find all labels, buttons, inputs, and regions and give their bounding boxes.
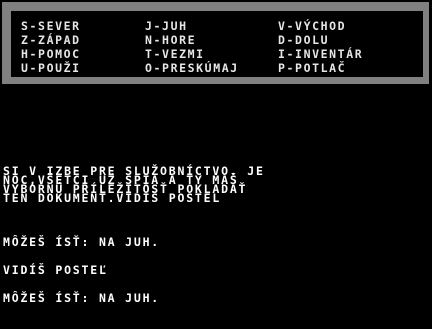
command-grid: S-SEVER J-JUH V-VÝCHOD Z-ZÁPAD N-HORE D-… bbox=[21, 20, 421, 76]
exits-message: MÔŽEŠ ÍSŤ: NA JUH. bbox=[3, 235, 161, 249]
room-description: SI V IZBE PRE SLUŽOBNÍCTVO. JE NOC,VŠETC… bbox=[3, 165, 429, 205]
command-take: T-VEZMI bbox=[145, 47, 205, 61]
command-examine: O-PRESKÚMAJ bbox=[145, 61, 239, 75]
command-west: Z-ZÁPAD bbox=[21, 33, 81, 47]
command-panel: S-SEVER J-JUH V-VÝCHOD Z-ZÁPAD N-HORE D-… bbox=[11, 11, 423, 77]
command-frame: S-SEVER J-JUH V-VÝCHOD Z-ZÁPAD N-HORE D-… bbox=[2, 2, 429, 84]
game-screen: S-SEVER J-JUH V-VÝCHOD Z-ZÁPAD N-HORE D-… bbox=[0, 0, 432, 329]
command-north: S-SEVER bbox=[21, 19, 81, 33]
command-down: D-DOLU bbox=[278, 33, 330, 47]
command-east: V-VÝCHOD bbox=[278, 19, 347, 33]
command-south: J-JUH bbox=[145, 19, 188, 33]
command-up: N-HORE bbox=[145, 33, 197, 47]
command-inventory: I-INVENTÁR bbox=[278, 47, 364, 61]
visible-items-message: VIDÍŠ POSTEĽ bbox=[3, 263, 108, 277]
exits-message-repeat: MÔŽEŠ ÍSŤ: NA JUH. bbox=[3, 291, 161, 305]
description-line: TEN DOKUMENT.VIDÍŠ POSTEL bbox=[3, 191, 222, 205]
command-push: P-POTLAČ bbox=[278, 61, 347, 75]
command-help: H-POMOC bbox=[21, 47, 81, 61]
command-use: U-POUŽI bbox=[21, 61, 81, 75]
